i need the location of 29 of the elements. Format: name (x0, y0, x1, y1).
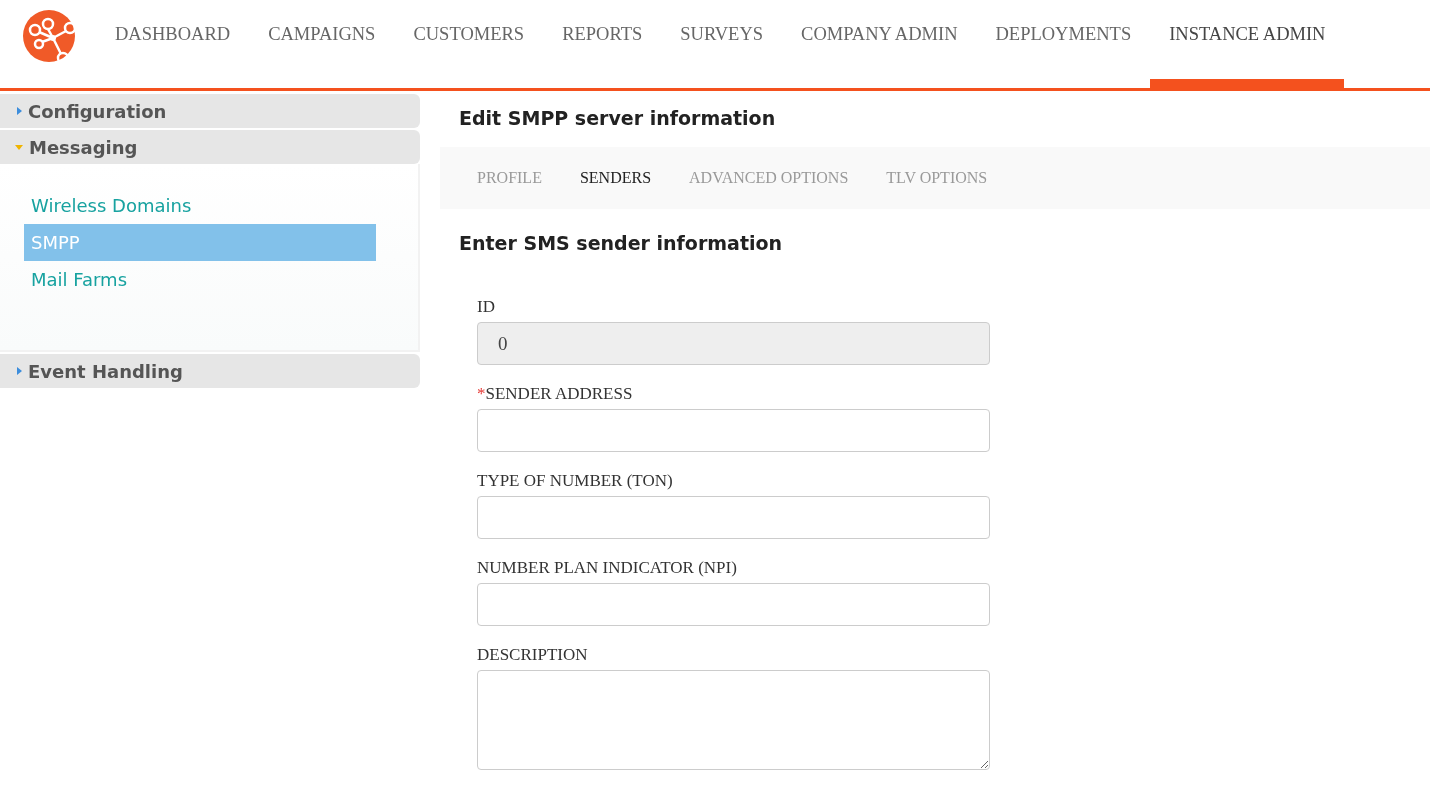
input-field[interactable] (477, 583, 990, 626)
field-label: ID (477, 296, 496, 318)
sidebar-item[interactable]: Wireless Domains (24, 187, 376, 224)
sidebar-item[interactable]: Mail Farms (24, 261, 376, 298)
section-title: Enter SMS sender information (459, 232, 784, 256)
field-label: DESCRIPTION (477, 644, 589, 666)
field-label: *SENDER ADDRESS (477, 383, 634, 405)
text-area[interactable] (477, 670, 990, 770)
nav-tab[interactable]: COMPANY ADMIN (782, 0, 977, 88)
caret-right-icon (17, 107, 22, 115)
input-field[interactable] (477, 496, 990, 539)
nav-tab[interactable]: SURVEYS (661, 0, 783, 88)
tab[interactable]: SENDERS (560, 169, 671, 187)
page-title: Edit SMPP server information (459, 107, 777, 131)
nav-tab[interactable]: INSTANCE ADMIN (1150, 0, 1345, 88)
caret-down-icon (15, 144, 23, 150)
section-header[interactable]: Messaging (0, 130, 420, 164)
nav-tab[interactable]: CUSTOMERS (394, 0, 544, 88)
section-header[interactable]: Event Handling (0, 354, 420, 388)
nav-tab[interactable]: DEPLOYMENTS (976, 0, 1151, 88)
nav-tab[interactable]: REPORTS (543, 0, 662, 88)
input-field[interactable] (477, 409, 990, 452)
field-label: NUMBER PLAN INDICATOR (NPI) (477, 557, 738, 579)
nav-tab[interactable]: DASHBOARD (96, 0, 250, 88)
section-header[interactable]: Configuration (0, 94, 420, 128)
logo-icon[interactable] (23, 10, 75, 62)
caret-right-icon (17, 367, 22, 375)
field-label: TYPE OF NUMBER (TON) (477, 470, 674, 492)
nav-tab[interactable]: CAMPAIGNS (249, 0, 395, 88)
